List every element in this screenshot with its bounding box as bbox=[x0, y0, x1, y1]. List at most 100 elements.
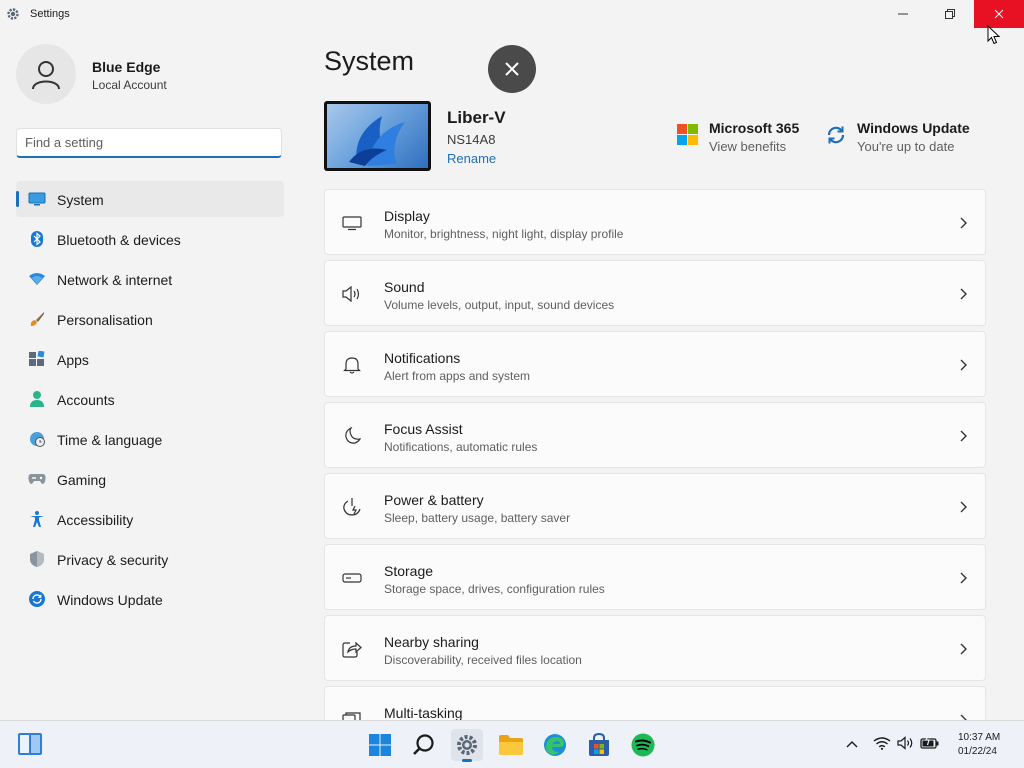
sidebar-item-label: Time & language bbox=[57, 432, 163, 448]
running-indicator bbox=[462, 759, 472, 762]
device-name: Liber-V bbox=[447, 108, 506, 127]
accessibility-icon bbox=[28, 511, 46, 527]
widgets-button[interactable] bbox=[17, 732, 43, 756]
bluetooth-icon bbox=[28, 231, 46, 247]
promo-subtitle: You're up to date bbox=[857, 139, 955, 154]
setting-card-display[interactable]: Display Monitor, brightness, night light… bbox=[324, 189, 986, 255]
start-icon bbox=[369, 734, 391, 756]
card-title: Power & battery bbox=[384, 492, 484, 508]
chevron-right-icon bbox=[960, 359, 967, 371]
update-icon bbox=[827, 126, 845, 144]
chevron-right-icon bbox=[960, 288, 967, 300]
page-title: System bbox=[324, 46, 415, 76]
edge-icon bbox=[544, 734, 566, 756]
sidebar-item-system[interactable]: System bbox=[16, 181, 284, 217]
promo-subtitle: View benefits bbox=[709, 139, 787, 154]
taskbar-clock[interactable]: 10:37 AM 01/22/24 bbox=[958, 731, 1000, 759]
settings-icon bbox=[457, 735, 477, 755]
setting-card-notifications[interactable]: Notifications Alert from apps and system bbox=[324, 331, 986, 397]
chevron-right-icon bbox=[960, 501, 967, 513]
restore-button[interactable] bbox=[927, 0, 973, 28]
start-button[interactable] bbox=[364, 729, 396, 761]
search-input[interactable] bbox=[17, 129, 265, 155]
sidebar-item-gaming[interactable]: Gaming bbox=[16, 461, 284, 497]
person-icon bbox=[32, 61, 60, 90]
promo-title: Microsoft 365 bbox=[709, 120, 800, 136]
card-subtitle: Storage space, drives, configuration rul… bbox=[384, 582, 605, 596]
sidebar-item-time-language[interactable]: Time & language bbox=[16, 421, 284, 457]
card-title: Display bbox=[384, 208, 430, 224]
avatar bbox=[16, 44, 76, 104]
card-title: Storage bbox=[384, 563, 434, 579]
monitor-icon bbox=[28, 191, 46, 207]
apps-icon bbox=[28, 351, 46, 367]
taskbar-store[interactable] bbox=[583, 729, 615, 761]
setting-card-storage[interactable]: Storage Storage space, drives, configura… bbox=[324, 544, 986, 610]
sidebar-item-apps[interactable]: Apps bbox=[16, 341, 284, 377]
card-title: Focus Assist bbox=[384, 421, 463, 437]
promo-title: Windows Update bbox=[857, 120, 970, 136]
taskbar-edge[interactable] bbox=[539, 729, 571, 761]
device-thumbnail bbox=[324, 101, 431, 171]
setting-card-focus-assist[interactable]: Focus Assist Notifications, automatic ru… bbox=[324, 402, 986, 468]
gamepad-icon bbox=[28, 471, 46, 487]
settings-window: Settings Blue Edge Local Account Find a … bbox=[0, 0, 1024, 720]
file-explorer-icon bbox=[499, 735, 523, 755]
rename-link[interactable]: Rename bbox=[447, 151, 496, 166]
selection-indicator bbox=[16, 191, 19, 207]
brush-icon bbox=[28, 311, 46, 327]
share-icon bbox=[342, 639, 362, 659]
taskbar-settings-app[interactable] bbox=[451, 729, 483, 762]
sidebar-item-label: Privacy & security bbox=[57, 552, 169, 568]
taskbar-search-button[interactable] bbox=[408, 729, 440, 761]
setting-card-nearby-sharing[interactable]: Nearby sharing Discoverability, received… bbox=[324, 615, 986, 681]
storage-icon bbox=[342, 568, 362, 588]
overlay-close-button[interactable] bbox=[488, 45, 536, 93]
setting-card-power-battery[interactable]: Power & battery Sleep, battery usage, ba… bbox=[324, 473, 986, 539]
sidebar-item-windows-update[interactable]: Windows Update bbox=[16, 581, 284, 617]
sidebar-item-label: System bbox=[57, 192, 104, 208]
taskbar-spotify[interactable] bbox=[627, 729, 659, 761]
title-bar: Settings bbox=[0, 0, 1024, 30]
sidebar-nav: System Bluetooth & devices Network & int… bbox=[16, 181, 284, 621]
device-model: NS14A8 bbox=[447, 132, 496, 147]
microsoft-logo-icon bbox=[677, 124, 698, 145]
chevron-right-icon bbox=[960, 217, 967, 229]
chevron-right-icon bbox=[960, 572, 967, 584]
clock-time: 10:37 AM bbox=[958, 732, 1001, 743]
taskbar-file-explorer[interactable] bbox=[495, 729, 527, 761]
sidebar-item-privacy[interactable]: Privacy & security bbox=[16, 541, 284, 577]
sidebar-item-accessibility[interactable]: Accessibility bbox=[16, 501, 284, 537]
card-subtitle: Alert from apps and system bbox=[384, 369, 531, 383]
moon-icon bbox=[342, 426, 362, 446]
sidebar-item-label: Accessibility bbox=[57, 512, 134, 528]
settings-app-icon bbox=[7, 8, 19, 20]
user-name: Blue Edge bbox=[92, 59, 161, 75]
multitask-icon bbox=[342, 710, 362, 720]
chevron-right-icon bbox=[960, 430, 967, 442]
search-icon bbox=[413, 734, 434, 755]
volume-icon[interactable] bbox=[897, 736, 915, 750]
speaker-icon bbox=[342, 284, 362, 304]
sidebar-item-accounts[interactable]: Accounts bbox=[16, 381, 284, 417]
close-button[interactable] bbox=[974, 0, 1024, 28]
minimize-icon bbox=[898, 13, 908, 15]
card-subtitle: Monitor, brightness, night light, displa… bbox=[384, 227, 624, 241]
setting-card-sound[interactable]: Sound Volume levels, output, input, soun… bbox=[324, 260, 986, 326]
display-icon bbox=[342, 213, 362, 233]
card-title: Notifications bbox=[384, 350, 461, 366]
battery-charging-icon[interactable] bbox=[920, 734, 940, 750]
chevron-up-icon[interactable] bbox=[846, 740, 858, 748]
sidebar-item-network[interactable]: Network & internet bbox=[16, 261, 284, 297]
power-icon bbox=[342, 497, 362, 517]
clock-date: 01/22/24 bbox=[958, 746, 997, 757]
sidebar-item-label: Network & internet bbox=[57, 272, 173, 288]
globe-clock-icon bbox=[28, 431, 46, 447]
sidebar-item-label: Gaming bbox=[57, 472, 107, 488]
sidebar-item-bluetooth[interactable]: Bluetooth & devices bbox=[16, 221, 284, 257]
setting-card-multi-tasking[interactable]: Multi-tasking bbox=[324, 686, 986, 720]
update-icon bbox=[28, 591, 46, 607]
wifi-icon[interactable] bbox=[873, 736, 891, 750]
minimize-button[interactable] bbox=[880, 0, 926, 28]
sidebar-item-personalisation[interactable]: Personalisation bbox=[16, 301, 284, 337]
